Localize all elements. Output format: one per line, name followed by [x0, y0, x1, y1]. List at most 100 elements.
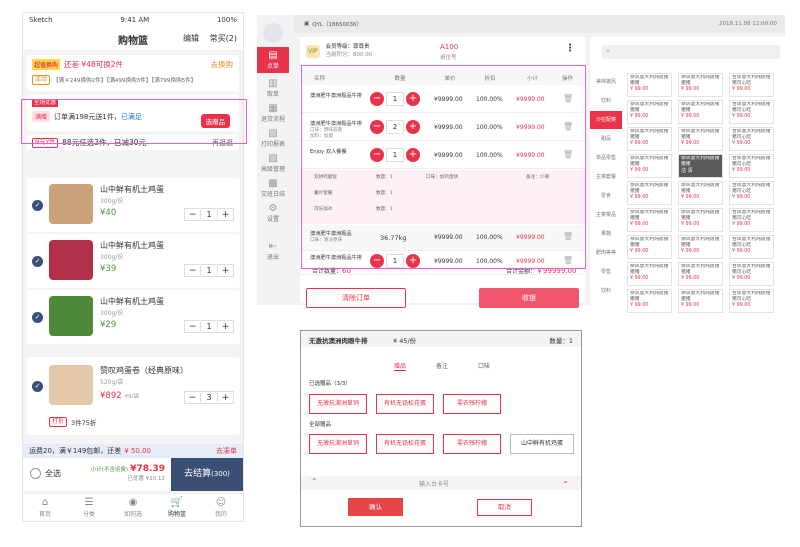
sidebar-item[interactable]: ▦ 退货流程: [257, 103, 289, 123]
sidebar-item[interactable]: ▩ 交班日结: [257, 178, 289, 198]
selected-gift[interactable]: 有机无铅松花蛋: [376, 394, 434, 414]
dish-card[interactable]: 恭风意大利炖饭猪猪猪 ¥ 99.00: [627, 235, 672, 259]
dish-card[interactable]: 恭风意大利炖饭猪猪猪 ¥ 99.00: [627, 289, 672, 313]
minus-icon[interactable]: −: [185, 322, 200, 332]
dish-card[interactable]: 合凤意大利炖饭猪猪可心吃 ¥ 99.00: [729, 235, 774, 259]
plus-icon[interactable]: +: [218, 266, 233, 276]
gift-option[interactable]: 山中鲜有机鸡蛋: [510, 434, 574, 454]
gift-option[interactable]: 有机无铅松花蛋: [376, 434, 434, 454]
quantity-stepper[interactable]: −1 +: [184, 320, 234, 333]
category-item[interactable]: 主菜套餐: [590, 168, 622, 186]
dish-card[interactable]: 恭风意大利炖饭猪猪猪 ¥ 99.00: [678, 181, 723, 205]
dish-card[interactable]: 合凤意大利炖饭猪猪可心吃 ¥ 99.00: [729, 208, 774, 232]
dish-card[interactable]: 恭风意大利炖饭猪猪猪 ¥ 99.00: [627, 73, 672, 97]
dish-card[interactable]: 恭风意大利炖饭猪猪猪 ¥ 99.00: [678, 208, 723, 232]
more-icon[interactable]: ⋮: [565, 43, 575, 54]
dish-card[interactable]: 合凤意大利炖饭猪猪可心吃 ¥ 99.00: [729, 181, 774, 205]
sidebar-item[interactable]: ⇤ 退出: [257, 241, 289, 261]
dish-card[interactable]: 恭风意大利炖饭猪猪猪 ¥ 99.00: [627, 100, 672, 124]
dish-card[interactable]: 恭风意大利炖饭猪猪猪沽 清: [678, 154, 723, 178]
dish-card[interactable]: 恭风意大利炖饭猪猪猪 ¥ 99.00: [627, 262, 672, 286]
item-checkbox[interactable]: ✓: [32, 256, 43, 267]
minus-icon[interactable]: −: [185, 210, 200, 220]
cancel-button[interactable]: 取消: [477, 499, 532, 516]
checkout-button[interactable]: 去结算(300): [171, 458, 243, 491]
frequent-buy-button[interactable]: 常买(2): [210, 33, 237, 44]
minus-icon[interactable]: −: [185, 266, 200, 276]
confirm-button[interactable]: 确认: [348, 498, 403, 516]
sidebar-item[interactable]: ▤ 点单: [257, 47, 289, 73]
selected-gift[interactable]: 无激抗澳洲草饲: [309, 394, 367, 414]
tab-guide[interactable]: ◉ 如何选: [111, 494, 155, 521]
plus-icon[interactable]: +: [218, 210, 233, 220]
clear-order-button[interactable]: 清除订单: [306, 288, 406, 308]
dish-card[interactable]: 合凤意大利炖饭猪猪可心吃 ¥ 99.00: [729, 127, 774, 151]
tab-gift[interactable]: 赠品: [394, 361, 407, 371]
plus-icon[interactable]: +: [218, 393, 233, 403]
category-item[interactable]: 饮料: [590, 92, 622, 110]
sidebar-item[interactable]: ▧ 打印报表: [257, 128, 289, 148]
sidebar-item[interactable]: ▥ 取单: [257, 78, 289, 98]
dish-card[interactable]: 合凤意大利炖饭猪猪可心吃 ¥ 99.00: [729, 154, 774, 178]
chevron-up-icon[interactable]: ⌃: [311, 477, 318, 486]
quantity-value[interactable]: 1: [200, 210, 218, 219]
dish-card[interactable]: 恭风意大利炖饭猪猪猪 ¥ 99.00: [678, 73, 723, 97]
pay-button[interactable]: 收银: [479, 288, 579, 308]
dish-card[interactable]: 恭风意大利炖饭猪猪猪 ¥ 99.00: [627, 181, 672, 205]
quantity-stepper[interactable]: −3 +: [184, 391, 234, 404]
item-checkbox[interactable]: ✓: [32, 312, 43, 323]
shipping-text: 运费20，满￥149包邮，还差: [29, 447, 122, 455]
quantity-stepper[interactable]: −1 +: [184, 264, 234, 277]
sidebar-item[interactable]: ▨ 高级管理: [257, 153, 289, 173]
edit-button[interactable]: 编辑: [183, 33, 199, 44]
category-item[interactable]: 美味披风: [590, 73, 622, 91]
dish-card[interactable]: 合凤意大利炖饭猪猪可心吃 ¥ 99.00: [729, 100, 774, 124]
category-item[interactable]: 零售: [590, 263, 622, 281]
category-item[interactable]: 饮料: [590, 282, 622, 300]
item-checkbox[interactable]: ✓: [32, 200, 43, 211]
dish-card[interactable]: 合凤意大利炖饭猪猪可心吃 ¥ 99.00: [729, 262, 774, 286]
dish-card[interactable]: 合凤意大利炖饭猪猪可心吃 ¥ 99.00: [729, 289, 774, 313]
quantity-value[interactable]: 1: [200, 266, 218, 275]
tab-home[interactable]: ⌂ 首页: [23, 494, 67, 521]
category-item[interactable]: 甜品: [590, 130, 622, 148]
tab-me[interactable]: ☺ 我的: [199, 494, 243, 521]
quantity-stepper[interactable]: −1 +: [184, 208, 234, 221]
tab-cart[interactable]: 🛒 购物篮: [155, 494, 199, 521]
dish-card[interactable]: 恭风意大利炖饭猪猪猪 ¥ 99.00: [627, 154, 672, 178]
select-all-radio[interactable]: [30, 468, 41, 479]
dish-card[interactable]: 恭风意大利炖饭猪猪猪 ¥ 99.00: [678, 100, 723, 124]
tab-remark[interactable]: 备注: [436, 361, 448, 370]
tab-taste[interactable]: 口味: [478, 361, 490, 370]
dish-card[interactable]: 恭风意大利炖饭猪猪猪 ¥ 99.00: [678, 235, 723, 259]
tab-category[interactable]: ☰ 分类: [67, 494, 111, 521]
quantity-value[interactable]: 3: [200, 393, 218, 402]
gift-option[interactable]: 无激抗澳洲草饲: [309, 434, 367, 454]
discount-tag: 打折: [49, 417, 68, 427]
exchange-link[interactable]: 去换购: [211, 59, 234, 70]
sidebar-item[interactable]: ⚙ 设置: [257, 203, 289, 223]
select-all[interactable]: 全选: [30, 468, 61, 479]
category-item[interactable]: 肥肉等等: [590, 244, 622, 262]
category-item[interactable]: 沙拉配菜: [590, 111, 622, 129]
chevron-down-icon[interactable]: ⌄: [562, 476, 569, 485]
plus-icon[interactable]: +: [218, 322, 233, 332]
dish-card[interactable]: 合凤意大利炖饭猪猪可心吃 ¥ 99.00: [729, 73, 774, 97]
quantity-value[interactable]: 1: [200, 322, 218, 331]
gift-option[interactable]: 零农残柠檬: [443, 434, 501, 454]
table-input[interactable]: 输入台卡号: [419, 479, 449, 488]
dish-card[interactable]: 恭风意大利炖饭猪猪猪 ¥ 99.00: [627, 208, 672, 232]
item-checkbox[interactable]: ✓: [32, 381, 43, 392]
category-item[interactable]: 果蔬: [590, 225, 622, 243]
category-item[interactable]: 单品零售: [590, 149, 622, 167]
dish-card[interactable]: 恭风意大利炖饭猪猪猪 ¥ 99.00: [678, 262, 723, 286]
dish-card[interactable]: 恭风意大利炖饭猪猪猪 ¥ 99.00: [678, 289, 723, 313]
dish-card[interactable]: 恭风意大利炖饭猪猪猪 ¥ 99.00: [627, 127, 672, 151]
dish-card[interactable]: 恭风意大利炖饭猪猪猪 ¥ 99.00: [678, 127, 723, 151]
category-item[interactable]: 主菜菜品: [590, 206, 622, 224]
selected-gift[interactable]: 零农残柠檬: [443, 394, 501, 414]
menu-search[interactable]: ⌕: [602, 45, 780, 59]
category-item[interactable]: 零食: [590, 187, 622, 205]
minus-icon[interactable]: −: [185, 393, 200, 403]
add-more-link[interactable]: 去凑单: [216, 446, 237, 456]
